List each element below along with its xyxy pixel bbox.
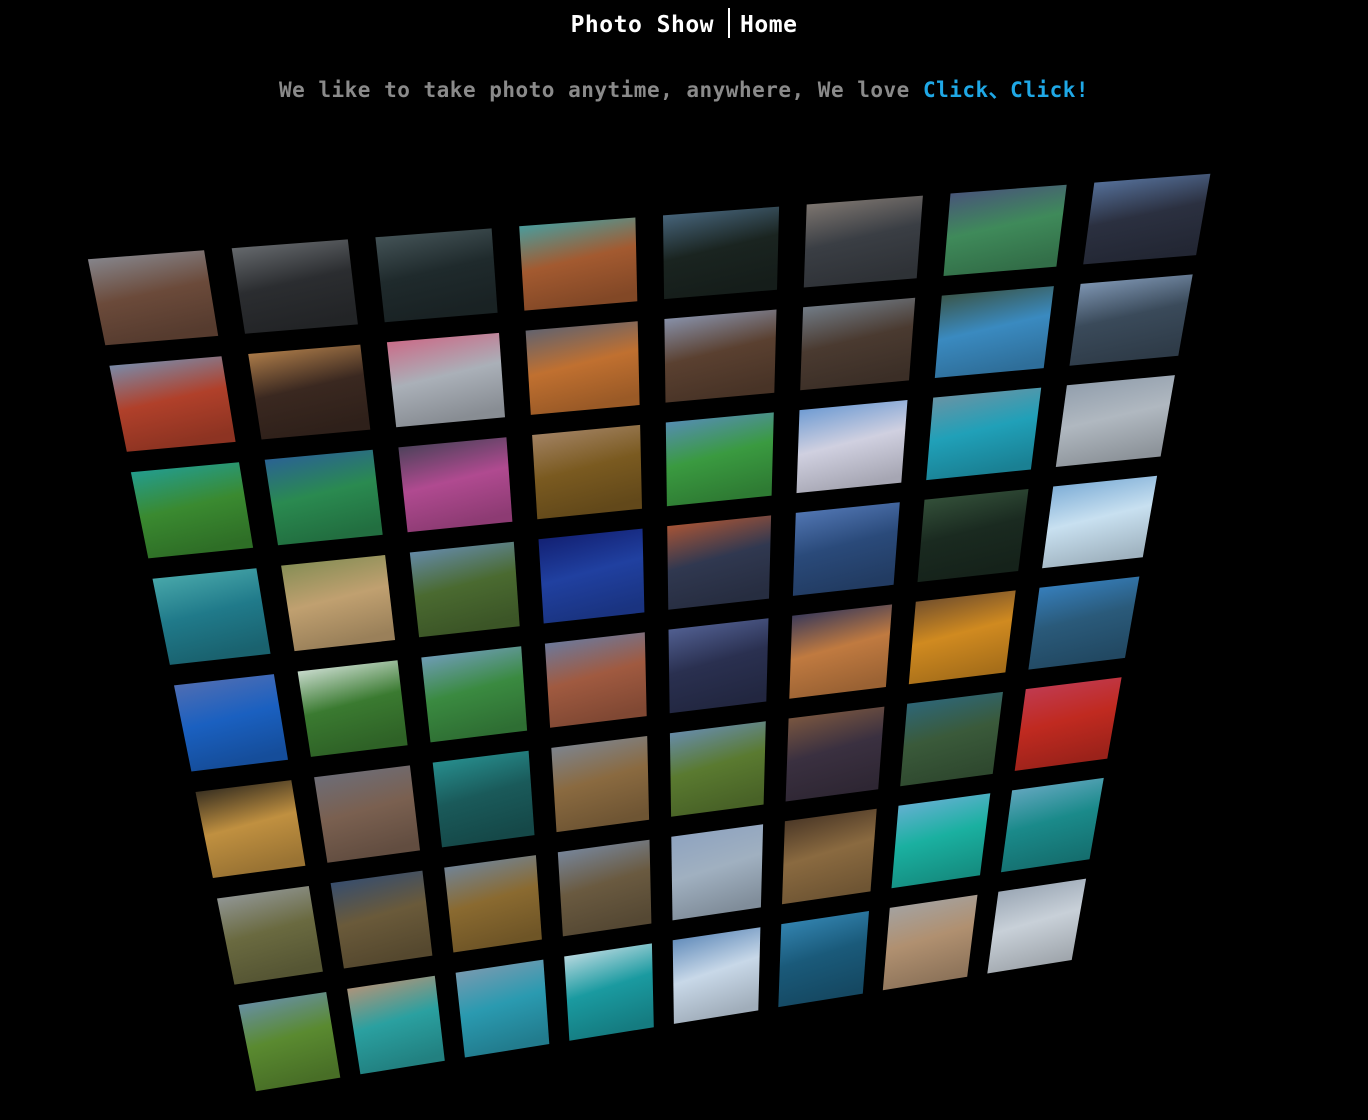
photo-tile[interactable]: viking boat reflection bbox=[248, 344, 371, 440]
photo-tile[interactable]: sunrise blossoms bbox=[398, 437, 513, 533]
photo-tile[interactable]: brown bear bbox=[217, 886, 323, 985]
photo-tile[interactable]: rainbow desert bbox=[908, 590, 1016, 685]
photo-tile[interactable]: boat on turquoise bbox=[891, 793, 991, 889]
photo-tile[interactable]: green hills road bbox=[409, 541, 520, 638]
photo-tile[interactable]: snowy forest path bbox=[943, 184, 1067, 276]
photo-tile[interactable]: ripple dunes bbox=[782, 808, 877, 905]
photo-tile[interactable]: sunset coast bbox=[1083, 173, 1211, 265]
photo-tile[interactable]: red terraces bbox=[109, 356, 236, 452]
photo-tile[interactable]: bioluminescent shore bbox=[174, 674, 288, 772]
photo-tile[interactable]: pink sky icy rocks bbox=[386, 332, 505, 428]
photo-tile[interactable]: mountain town bbox=[800, 297, 916, 391]
photo-tile[interactable]: glacier bbox=[1042, 475, 1158, 569]
photo-wall: mountain valleystorm supercellstorm clou… bbox=[0, 0, 1368, 1120]
photo-tile[interactable]: karst river bbox=[778, 911, 869, 1008]
photo-tile[interactable]: cave sunbeam bbox=[917, 489, 1029, 583]
photo-tile[interactable]: tropical island bbox=[130, 462, 254, 559]
photo-tile[interactable]: pier dusk bbox=[668, 618, 769, 714]
photo-tile[interactable]: elephant dust bbox=[882, 894, 978, 991]
photo-tile[interactable]: tall grass bbox=[669, 721, 766, 817]
photo-tile[interactable]: sunset river bbox=[667, 515, 772, 610]
photo-tile[interactable]: clouds lake bbox=[1028, 576, 1140, 670]
photo-tile[interactable]: reflection sky bbox=[792, 502, 900, 596]
photo-tile[interactable]: dolomites meadow bbox=[665, 412, 774, 507]
photo-tile[interactable]: beach waves bbox=[934, 286, 1054, 378]
photo-tile[interactable]: underwater palms bbox=[1001, 777, 1104, 873]
photo-tile[interactable]: lone tree bbox=[551, 736, 650, 833]
photo-tile[interactable]: sunset lake bbox=[525, 321, 640, 415]
photo-tile[interactable]: santorini bbox=[796, 400, 908, 494]
photo-tile[interactable]: autumn forest river bbox=[532, 424, 642, 520]
photo-tile[interactable]: lighthouse cliff bbox=[444, 855, 542, 953]
photo-tile[interactable]: canyon sunset bbox=[664, 309, 777, 403]
photo-tile[interactable]: green fields bbox=[421, 646, 528, 743]
photo-tile[interactable]: penguins ice bbox=[672, 927, 761, 1024]
photo-tile[interactable]: hot spring aerial bbox=[455, 959, 550, 1058]
photo-tile[interactable]: manta ray lagoon bbox=[347, 975, 445, 1075]
photo-tile[interactable]: turquoise reef bbox=[152, 568, 271, 665]
photo-tile[interactable]: cherry blossom night bbox=[789, 604, 893, 699]
photo-tile[interactable]: igloo night bbox=[538, 528, 645, 624]
photo-tile[interactable]: coral sunset bbox=[1014, 677, 1122, 771]
photo-tile[interactable]: ocean wave bbox=[663, 206, 780, 300]
photo-tile[interactable]: fjord mountains bbox=[1069, 274, 1193, 366]
photo-tile[interactable]: polar bears ice bbox=[1055, 375, 1175, 467]
photo-tile[interactable]: city hillside bbox=[544, 632, 647, 728]
photo-tile[interactable]: polar bear shore bbox=[803, 195, 923, 288]
photo-tile[interactable]: storm supercell bbox=[231, 239, 358, 334]
photo-tile[interactable]: ocean planet bbox=[564, 943, 654, 1041]
photo-tile[interactable]: deep sea creature bbox=[195, 780, 306, 878]
photo-tile[interactable]: mountain valley bbox=[87, 250, 219, 346]
photo-tile[interactable]: blue hot spring bbox=[926, 387, 1042, 481]
photo-tile[interactable]: rainbow hills bbox=[238, 992, 341, 1092]
photo-tile[interactable]: storm clouds bbox=[375, 228, 498, 323]
photo-tile[interactable]: lake island castle bbox=[900, 691, 1003, 787]
photo-tile[interactable]: mountain house bbox=[557, 839, 652, 937]
photo-tile[interactable]: boats on lake bbox=[519, 217, 638, 311]
photo-tile[interactable]: whale underwater bbox=[432, 750, 535, 848]
photo-tile[interactable]: rock temple sea bbox=[264, 449, 383, 546]
photo-tile[interactable]: stone bridge bbox=[785, 706, 885, 802]
photo-tile[interactable]: cliff village sea bbox=[330, 870, 433, 969]
photo-tile[interactable]: rocky river bbox=[314, 765, 420, 863]
photo-tile[interactable]: icebergs bbox=[671, 824, 764, 921]
photo-wall-canvas: mountain valleystorm supercellstorm clou… bbox=[87, 173, 1211, 1092]
photo-tile[interactable]: canopy bridge bbox=[297, 660, 408, 757]
photo-tile[interactable]: polar bear cub bbox=[987, 878, 1087, 974]
photo-tile[interactable]: fox on rock bbox=[281, 555, 396, 652]
